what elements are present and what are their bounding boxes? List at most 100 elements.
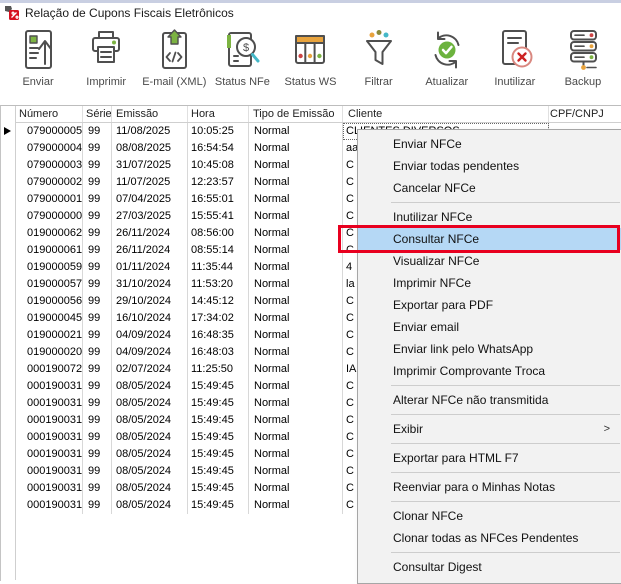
imprimir-button[interactable]: Imprimir [72, 26, 140, 100]
column-header-cliente[interactable]: Cliente [343, 106, 549, 122]
email-xml-button[interactable]: E-mail (XML) [140, 26, 208, 100]
cell-serie: 99 [83, 225, 112, 242]
column-header-tipo-de-emissao[interactable]: Tipo de Emissão [249, 106, 343, 122]
cell-emissao: 16/10/2024 [112, 310, 188, 327]
cell-tipo-de-emissao: Normal [249, 327, 343, 344]
menu-item-consultar-digest[interactable]: Consultar Digest [358, 556, 621, 578]
cell-serie: 99 [83, 446, 112, 463]
cell-tipo-de-emissao: Normal [249, 242, 343, 259]
menu-item-enviar-link-pelo-whatsapp[interactable]: Enviar link pelo WhatsApp [358, 338, 621, 360]
cell-emissao: 07/04/2025 [112, 191, 188, 208]
menu-item-visualizar-nfce[interactable]: Visualizar NFCe [358, 250, 621, 272]
status-ws-button[interactable]: Status WS [276, 26, 344, 100]
inutilizar-button[interactable]: Inutilizar [481, 26, 549, 100]
cell-tipo-de-emissao: Normal [249, 412, 343, 429]
menu-item-enviar-email[interactable]: Enviar email [358, 316, 621, 338]
cell-hora: 15:49:45 [188, 378, 249, 395]
cell-hora: 17:34:02 [188, 310, 249, 327]
cell-hora: 08:56:00 [188, 225, 249, 242]
cell-tipo-de-emissao: Normal [249, 276, 343, 293]
grid-indicator-gutter [1, 106, 16, 580]
filtrar-button[interactable]: Filtrar [345, 26, 413, 100]
backup-button[interactable]: Backup [549, 26, 617, 100]
cell-serie: 99 [83, 191, 112, 208]
cell-tipo-de-emissao: Normal [249, 497, 343, 514]
cell-numero: 019000045 [16, 310, 83, 327]
atualizar-button[interactable]: Atualizar [413, 26, 481, 100]
cell-tipo-de-emissao: Normal [249, 310, 343, 327]
cell-hora: 11:53:20 [188, 276, 249, 293]
cell-emissao: 04/09/2024 [112, 327, 188, 344]
toolbar-button-label: E-mail (XML) [142, 76, 206, 88]
menu-item-enviar-todas-pendentes[interactable]: Enviar todas pendentes [358, 155, 621, 177]
cell-emissao: 02/07/2024 [112, 361, 188, 378]
menu-item-cancelar-nfce[interactable]: Cancelar NFCe [358, 177, 621, 199]
cell-hora: 08:55:14 [188, 242, 249, 259]
cell-serie: 99 [83, 395, 112, 412]
menu-separator [391, 443, 620, 444]
menu-item-alterar-nfce-nao-transmitida[interactable]: Alterar NFCe não transmitida [358, 389, 621, 411]
menu-item-exportar-para-pdf[interactable]: Exportar para PDF [358, 294, 621, 316]
cell-numero: 079000004 [16, 140, 83, 157]
menu-item-exibir[interactable]: Exibir > [358, 418, 621, 440]
cell-serie: 99 [83, 497, 112, 514]
printer-icon [86, 26, 126, 74]
cell-serie: 99 [83, 174, 112, 191]
cell-serie: 99 [83, 429, 112, 446]
grid-header-row: Número Série Emissão Hora Tipo de Emissã… [16, 106, 621, 123]
column-header-serie[interactable]: Série [83, 106, 112, 122]
column-header-numero[interactable]: Número [16, 106, 83, 122]
cell-tipo-de-emissao: Normal [249, 378, 343, 395]
cell-emissao: 31/10/2024 [112, 276, 188, 293]
cell-numero: 019000062 [16, 225, 83, 242]
cell-hora: 15:49:45 [188, 497, 249, 514]
cell-hora: 15:49:45 [188, 412, 249, 429]
cell-tipo-de-emissao: Normal [249, 361, 343, 378]
cell-tipo-de-emissao: Normal [249, 446, 343, 463]
context-menu: Enviar NFCe Enviar todas pendentes Cance… [357, 129, 621, 584]
menu-item-enviar-nfce[interactable]: Enviar NFCe [358, 133, 621, 155]
column-header-cpf-cnpj[interactable]: CPF/CNPJ [549, 106, 621, 122]
cell-numero: 019000020 [16, 344, 83, 361]
menu-item-clonar-todas-as-nfces-pendentes[interactable]: Clonar todas as NFCes Pendentes [358, 527, 621, 549]
cell-numero: 000190031 [16, 378, 83, 395]
menu-item-imprimir-nfce[interactable]: Imprimir NFCe [358, 272, 621, 294]
status-nfe-search-icon: $ [222, 26, 262, 74]
menu-item-reenviar-para-o-minhas-notas[interactable]: Reenviar para o Minhas Notas [358, 476, 621, 498]
cell-emissao: 08/05/2024 [112, 412, 188, 429]
cell-tipo-de-emissao: Normal [249, 191, 343, 208]
column-header-hora[interactable]: Hora [188, 106, 249, 122]
column-header-emissao[interactable]: Emissão [112, 106, 188, 122]
cell-serie: 99 [83, 378, 112, 395]
cell-tipo-de-emissao: Normal [249, 395, 343, 412]
cell-tipo-de-emissao: Normal [249, 174, 343, 191]
menu-item-consultar-nfce[interactable]: Consultar NFCe [358, 228, 621, 250]
cell-serie: 99 [83, 259, 112, 276]
cell-emissao: 08/08/2025 [112, 140, 188, 157]
cell-tipo-de-emissao: Normal [249, 157, 343, 174]
menu-item-imprimir-comprovante-troca[interactable]: Imprimir Comprovante Troca [358, 360, 621, 382]
cell-numero: 019000059 [16, 259, 83, 276]
toolbar-button-label: Inutilizar [494, 76, 535, 88]
backup-server-icon [563, 26, 603, 74]
status-ws-table-icon [290, 26, 330, 74]
cell-emissao: 26/11/2024 [112, 225, 188, 242]
cell-tipo-de-emissao: Normal [249, 225, 343, 242]
menu-separator [391, 472, 620, 473]
status-nfe-button[interactable]: $ Status NFe [208, 26, 276, 100]
menu-item-exportar-para-html-f7[interactable]: Exportar para HTML F7 [358, 447, 621, 469]
cell-hora: 15:49:45 [188, 446, 249, 463]
cell-numero: 000190031 [16, 480, 83, 497]
cell-emissao: 08/05/2024 [112, 378, 188, 395]
menu-separator [391, 501, 620, 502]
cell-hora: 10:45:08 [188, 157, 249, 174]
cell-tipo-de-emissao: Normal [249, 480, 343, 497]
filter-funnel-icon [359, 26, 399, 74]
cell-serie: 99 [83, 463, 112, 480]
enviar-button[interactable]: Enviar [4, 26, 72, 100]
cell-serie: 99 [83, 208, 112, 225]
cell-numero: 000190031 [16, 497, 83, 514]
menu-separator [391, 552, 620, 553]
menu-item-clonar-nfce[interactable]: Clonar NFCe [358, 505, 621, 527]
menu-item-inutilizar-nfce[interactable]: Inutilizar NFCe [358, 206, 621, 228]
